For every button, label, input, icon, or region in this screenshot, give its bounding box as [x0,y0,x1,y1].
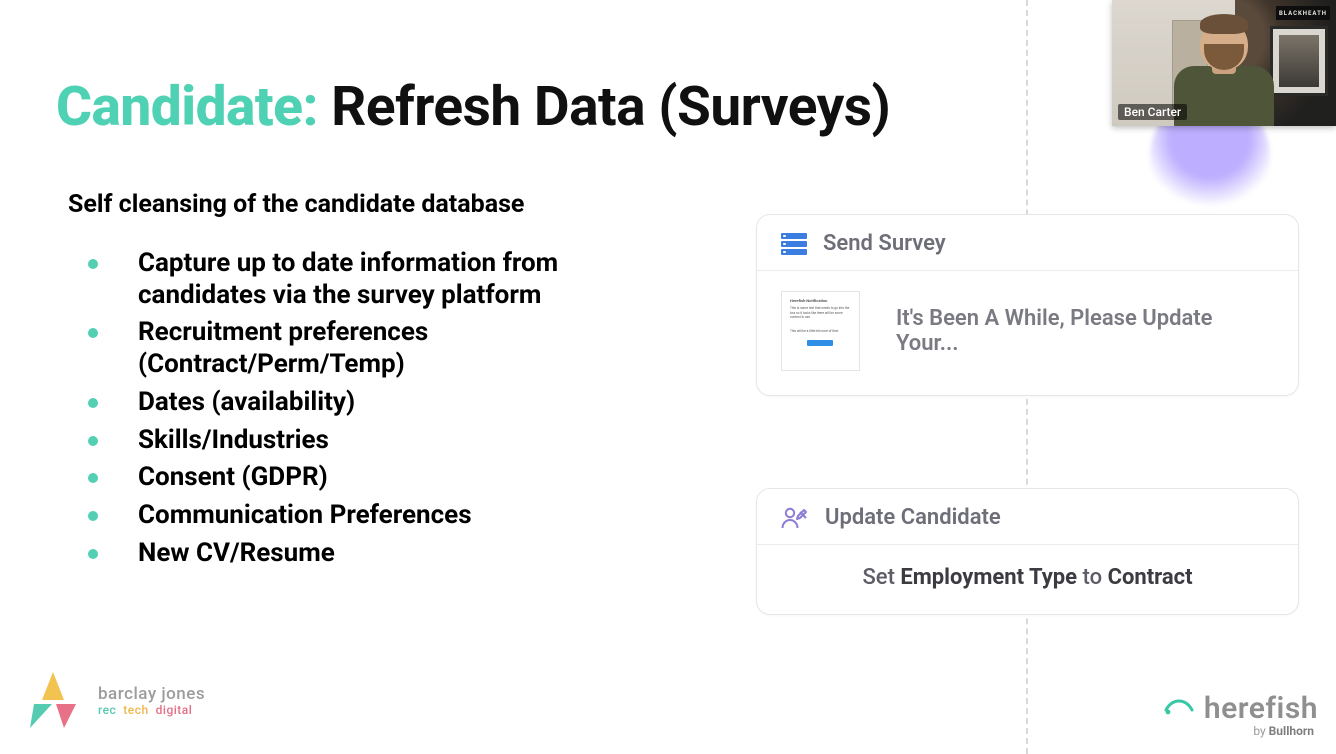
bullet-list: Capture up to date information from cand… [88,248,648,575]
bullet-item: Consent (GDPR) [88,462,648,494]
survey-body-text: It's Been A While, Please Update Your... [896,306,1274,356]
thumb-button [807,340,833,346]
logo-hf-byline: by Bullhorn [1253,724,1318,738]
logo-bj-line1: barclay jones [98,686,205,704]
card-header: Send Survey [757,215,1298,271]
card-heading-text: Update Candidate [825,505,1001,530]
logo-bj-line2: rec tech digital [98,704,205,717]
bullet-item: Dates (availability) [88,387,648,419]
logo-bj-mark [22,670,84,732]
bullet-item: Recruitment preferences (Contract/Perm/T… [88,317,648,380]
card-body: Set Employment Type to Contract [757,545,1298,614]
card-body: Herefish Notification This is some text … [757,271,1298,395]
title-main: Refresh Data (Surveys) [318,75,890,139]
bullet-item: Skills/Industries [88,425,648,457]
herefish-icon [1162,694,1196,724]
video-sign: BLACKHEATH [1276,6,1330,20]
logo-barclay-jones: barclay jones rec tech digital [22,670,205,732]
slide-subtitle: Self cleansing of the candidate database [68,190,524,219]
email-thumbnail: Herefish Notification This is some text … [781,291,860,371]
bullet-item: Communication Preferences [88,500,648,532]
survey-icon [781,233,807,255]
thumb-title: Herefish Notification [790,298,851,303]
update-mid: to [1077,565,1108,590]
contact-edit-icon [781,506,809,530]
card-header: Update Candidate [757,489,1298,545]
slide-title: Candidate: Refresh Data (Surveys) [56,75,890,139]
bullet-item: Capture up to date information from cand… [88,248,648,311]
thumb-line: This will be a little bit more of that. [790,329,851,333]
card-send-survey: Send Survey Herefish Notification This i… [756,214,1299,396]
title-accent: Candidate: [56,75,318,139]
logo-herefish: herefish by Bullhorn [1162,691,1318,738]
card-heading-text: Send Survey [823,231,946,256]
thumb-line: This is some text that needs to go into … [790,306,851,318]
update-pre: Set [862,565,900,590]
presenter-video: BLACKHEATH Ben Carter [1112,0,1336,126]
logo-bj-text: barclay jones rec tech digital [98,686,205,716]
update-body-text: Set Employment Type to Contract [781,565,1274,590]
card-update-candidate: Update Candidate Set Employment Type to … [756,488,1299,615]
logo-hf-word: herefish [1204,691,1318,726]
update-value: Contract [1108,565,1193,590]
update-field: Employment Type [900,565,1077,590]
presenter-name: Ben Carter [1118,104,1187,120]
bullet-item: New CV/Resume [88,538,648,570]
